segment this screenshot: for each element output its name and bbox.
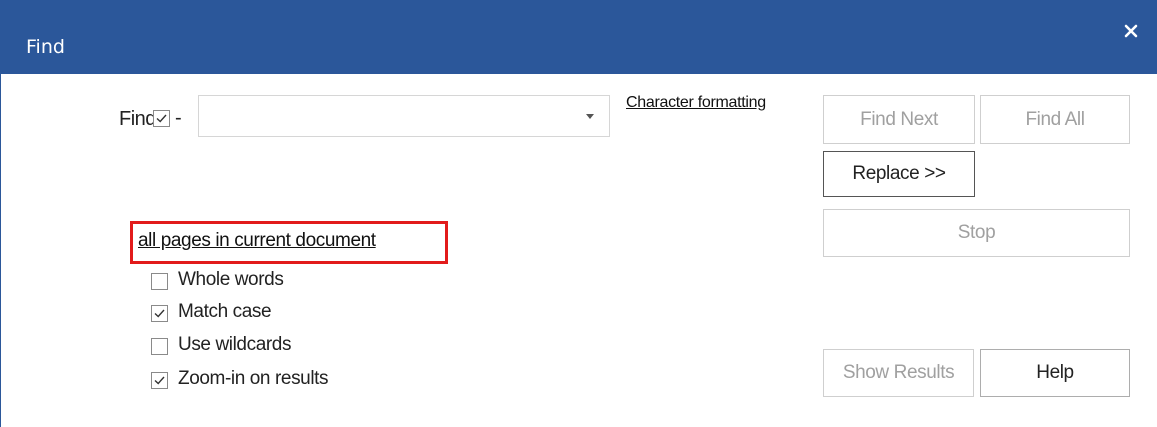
show-results-button[interactable]: Show Results: [823, 349, 974, 397]
chevron-down-icon[interactable]: [586, 114, 594, 119]
close-button[interactable]: [1113, 12, 1149, 52]
find-combobox[interactable]: [198, 95, 610, 137]
close-icon: [1124, 24, 1138, 38]
find-enable-checkbox[interactable]: [153, 110, 170, 127]
character-formatting-link[interactable]: Character formatting: [626, 94, 766, 112]
scope-highlight: all pages in current document: [130, 221, 448, 264]
title-bar: Find: [1, 0, 1157, 74]
match-case-label[interactable]: Match case: [178, 301, 272, 323]
help-button[interactable]: Help: [980, 349, 1130, 397]
use-wildcards-label[interactable]: Use wildcards: [178, 334, 291, 356]
find-all-button[interactable]: Find All: [980, 95, 1130, 144]
whole-words-checkbox[interactable]: [151, 273, 168, 290]
use-wildcards-checkbox[interactable]: [151, 338, 168, 355]
zoom-in-label[interactable]: Zoom-in on results: [178, 368, 329, 390]
dialog-title: Find: [26, 36, 65, 58]
stop-button[interactable]: Stop: [823, 209, 1130, 257]
find-dialog: Find Find: - Character formatting Find N…: [0, 0, 1157, 427]
find-next-button[interactable]: Find Next: [823, 95, 975, 144]
checkmark-icon: [156, 114, 167, 123]
checkmark-icon: [154, 309, 165, 318]
checkmark-icon: [154, 376, 165, 385]
find-dash: -: [175, 107, 182, 129]
scope-link[interactable]: all pages in current document: [138, 230, 376, 252]
zoom-in-checkbox[interactable]: [151, 372, 168, 389]
match-case-checkbox[interactable]: [151, 305, 168, 322]
replace-button[interactable]: Replace >>: [823, 151, 975, 197]
whole-words-label[interactable]: Whole words: [178, 269, 284, 291]
